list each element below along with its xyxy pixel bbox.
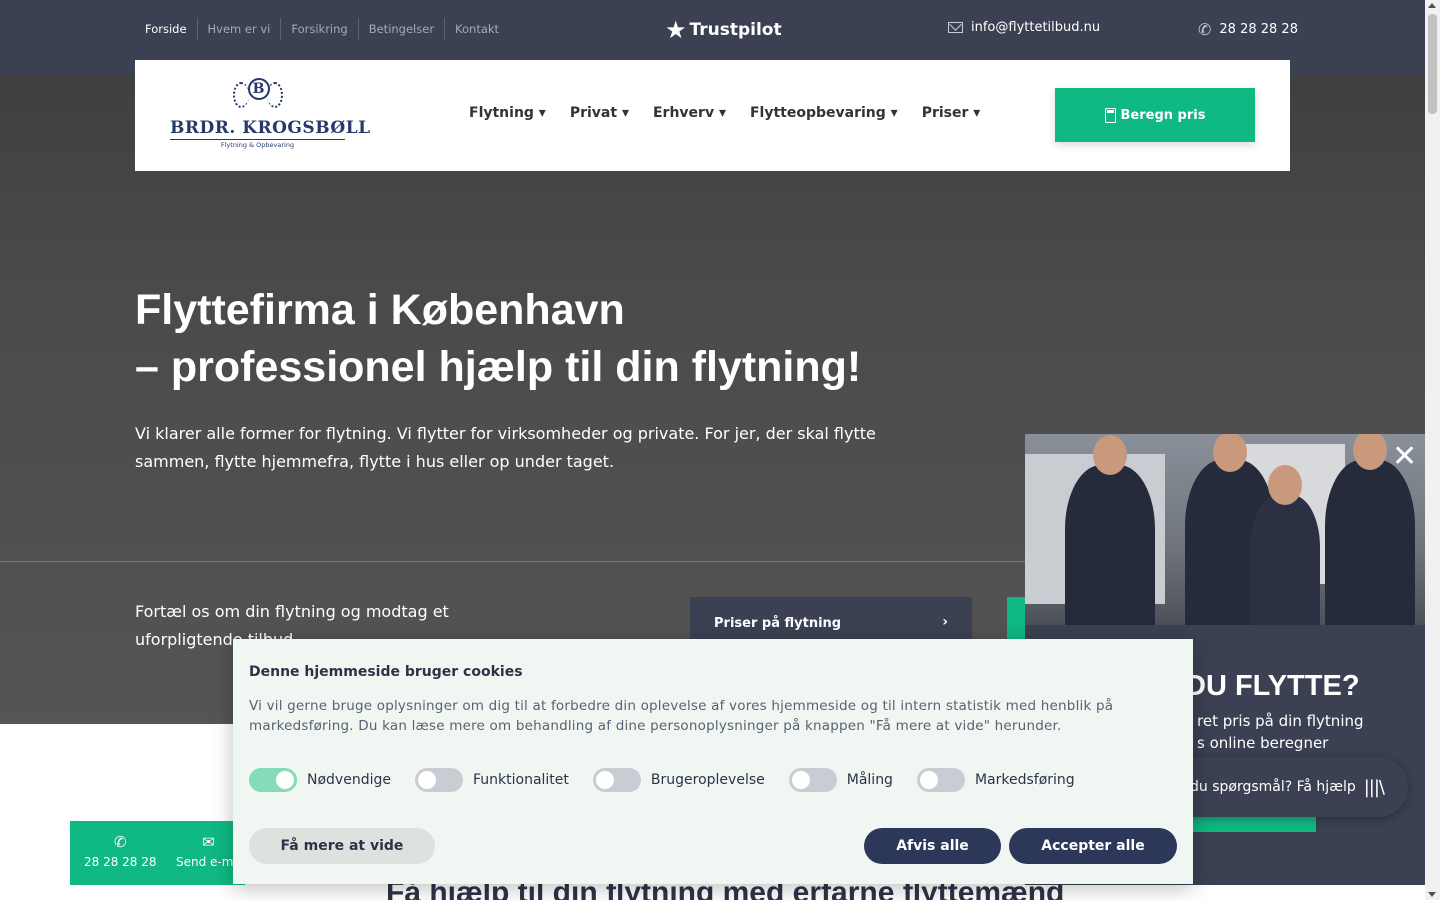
- reject-all-button[interactable]: Afvis alle: [864, 828, 1001, 864]
- logo-tagline: Flytning & Opbevaring: [220, 141, 295, 149]
- scroll-up-icon[interactable]: [1428, 3, 1436, 8]
- learn-more-button[interactable]: Få mere at vide: [249, 828, 435, 864]
- nav-item-flytning[interactable]: Flytning ▾: [469, 105, 546, 121]
- toggle-nodvendige[interactable]: Nødvendige: [249, 768, 391, 792]
- close-icon[interactable]: ✕: [1392, 442, 1417, 472]
- cookie-toggles: Nødvendige Funktionalitet Brugeroplevels…: [249, 768, 1099, 792]
- call-label: 28 28 28 28: [84, 855, 157, 869]
- price-button-label: Priser på flytning: [714, 616, 842, 631]
- toplink-kontakt[interactable]: Kontakt: [444, 18, 509, 40]
- scroll-down-icon[interactable]: [1428, 892, 1436, 897]
- popup-heading: DU FLYTTE?: [1185, 670, 1360, 702]
- trustpilot-label: Trustpilot: [689, 20, 782, 40]
- calculator-icon: [1104, 107, 1116, 123]
- popup-cta-button[interactable]: [1185, 816, 1316, 832]
- toggle-switch[interactable]: [249, 768, 297, 792]
- chat-label: du spørgsmål? Få hjælp: [1190, 779, 1356, 795]
- crest-icon: B: [232, 76, 283, 110]
- chat-icon: |||\: [1363, 777, 1385, 798]
- beregn-pris-button[interactable]: Beregn pris: [1055, 88, 1255, 142]
- phone-link[interactable]: ✆ 28 28 28 28: [1198, 20, 1298, 39]
- toggle-switch[interactable]: [414, 768, 463, 792]
- email-text: info@flyttetilbud.nu: [971, 20, 1101, 35]
- nav-item-flytteopbevaring[interactable]: Flytteopbevaring ▾: [750, 105, 898, 121]
- mail-label: Send e-ma: [176, 855, 241, 869]
- phone-icon: ✆: [1198, 20, 1212, 39]
- cookie-banner: Denne hjemmeside bruger cookies Vi vil g…: [233, 639, 1193, 884]
- phone-icon: ✆: [113, 833, 127, 851]
- hero-title-line2: – professionel hjælp til din flytning!: [135, 343, 862, 391]
- nav-menu: Flytning ▾ Privat ▾ Erhverv ▾ Flytteopbe…: [469, 105, 980, 121]
- cookie-text: Vi vil gerne bruge oplysninger om dig ti…: [249, 698, 1114, 734]
- toplink-forside[interactable]: Forside: [135, 18, 197, 40]
- toggle-switch[interactable]: [592, 768, 641, 792]
- phone-text: 28 28 28 28: [1219, 22, 1298, 37]
- send-email-button[interactable]: ✉ Send e-ma: [176, 833, 241, 869]
- star-icon: ★: [665, 16, 687, 44]
- scroll-thumb[interactable]: [1428, 14, 1437, 114]
- main-navbar: B BRDR. KROGSBØLL Flytning & Opbevaring …: [135, 60, 1290, 171]
- popup-text: ret pris på din flytning s online beregn…: [1197, 712, 1364, 752]
- team-photo: [1025, 434, 1425, 625]
- toggle-switch[interactable]: [916, 768, 965, 792]
- trustpilot-link[interactable]: ★ Trustpilot: [665, 18, 782, 42]
- chevron-right-icon: ›: [942, 614, 948, 630]
- toplink-hvem-er-vi[interactable]: Hvem er vi: [196, 18, 281, 40]
- toggle-maaling[interactable]: Måling: [788, 768, 893, 792]
- hero-title: Flyttefirma i København – professionel h…: [135, 282, 861, 396]
- logo[interactable]: B BRDR. KROGSBØLL Flytning & Opbevaring: [170, 76, 371, 154]
- hero-divider: [0, 561, 1025, 562]
- hero-title-line1: Flyttefirma i København: [135, 286, 625, 334]
- toggle-markedsforing[interactable]: Markedsføring: [916, 768, 1075, 792]
- mail-icon: ✉: [202, 833, 215, 851]
- toggle-brugeroplevelse[interactable]: Brugeroplevelse: [592, 768, 765, 792]
- toggle-switch[interactable]: [788, 768, 837, 792]
- logo-name: BRDR. KROGSBØLL: [170, 118, 371, 140]
- mail-icon: [948, 22, 963, 33]
- scrollbar[interactable]: [1425, 0, 1440, 900]
- nav-item-erhverv[interactable]: Erhverv ▾: [653, 105, 726, 121]
- nav-item-privat[interactable]: Privat ▾: [570, 105, 629, 121]
- toggle-funktionalitet[interactable]: Funktionalitet: [414, 768, 569, 792]
- call-button[interactable]: ✆ 28 28 28 28: [84, 833, 157, 869]
- email-link[interactable]: info@flyttetilbud.nu: [948, 20, 1100, 35]
- beregn-pris-label: Beregn pris: [1120, 107, 1206, 123]
- cookie-title: Denne hjemmeside bruger cookies: [249, 664, 523, 680]
- toplink-betingelser[interactable]: Betingelser: [357, 18, 444, 40]
- accept-all-button[interactable]: Accepter alle: [1009, 828, 1177, 864]
- toplink-forsikring[interactable]: Forsikring: [280, 18, 357, 40]
- top-links: Forside Hvem er vi Forsikring Betingelse…: [135, 18, 509, 40]
- contact-widget: ✆ 28 28 28 28 ✉ Send e-ma: [70, 821, 245, 885]
- nav-item-priser[interactable]: Priser ▾: [922, 105, 981, 121]
- hero-text: Vi klarer alle former for flytning. Vi f…: [135, 424, 876, 471]
